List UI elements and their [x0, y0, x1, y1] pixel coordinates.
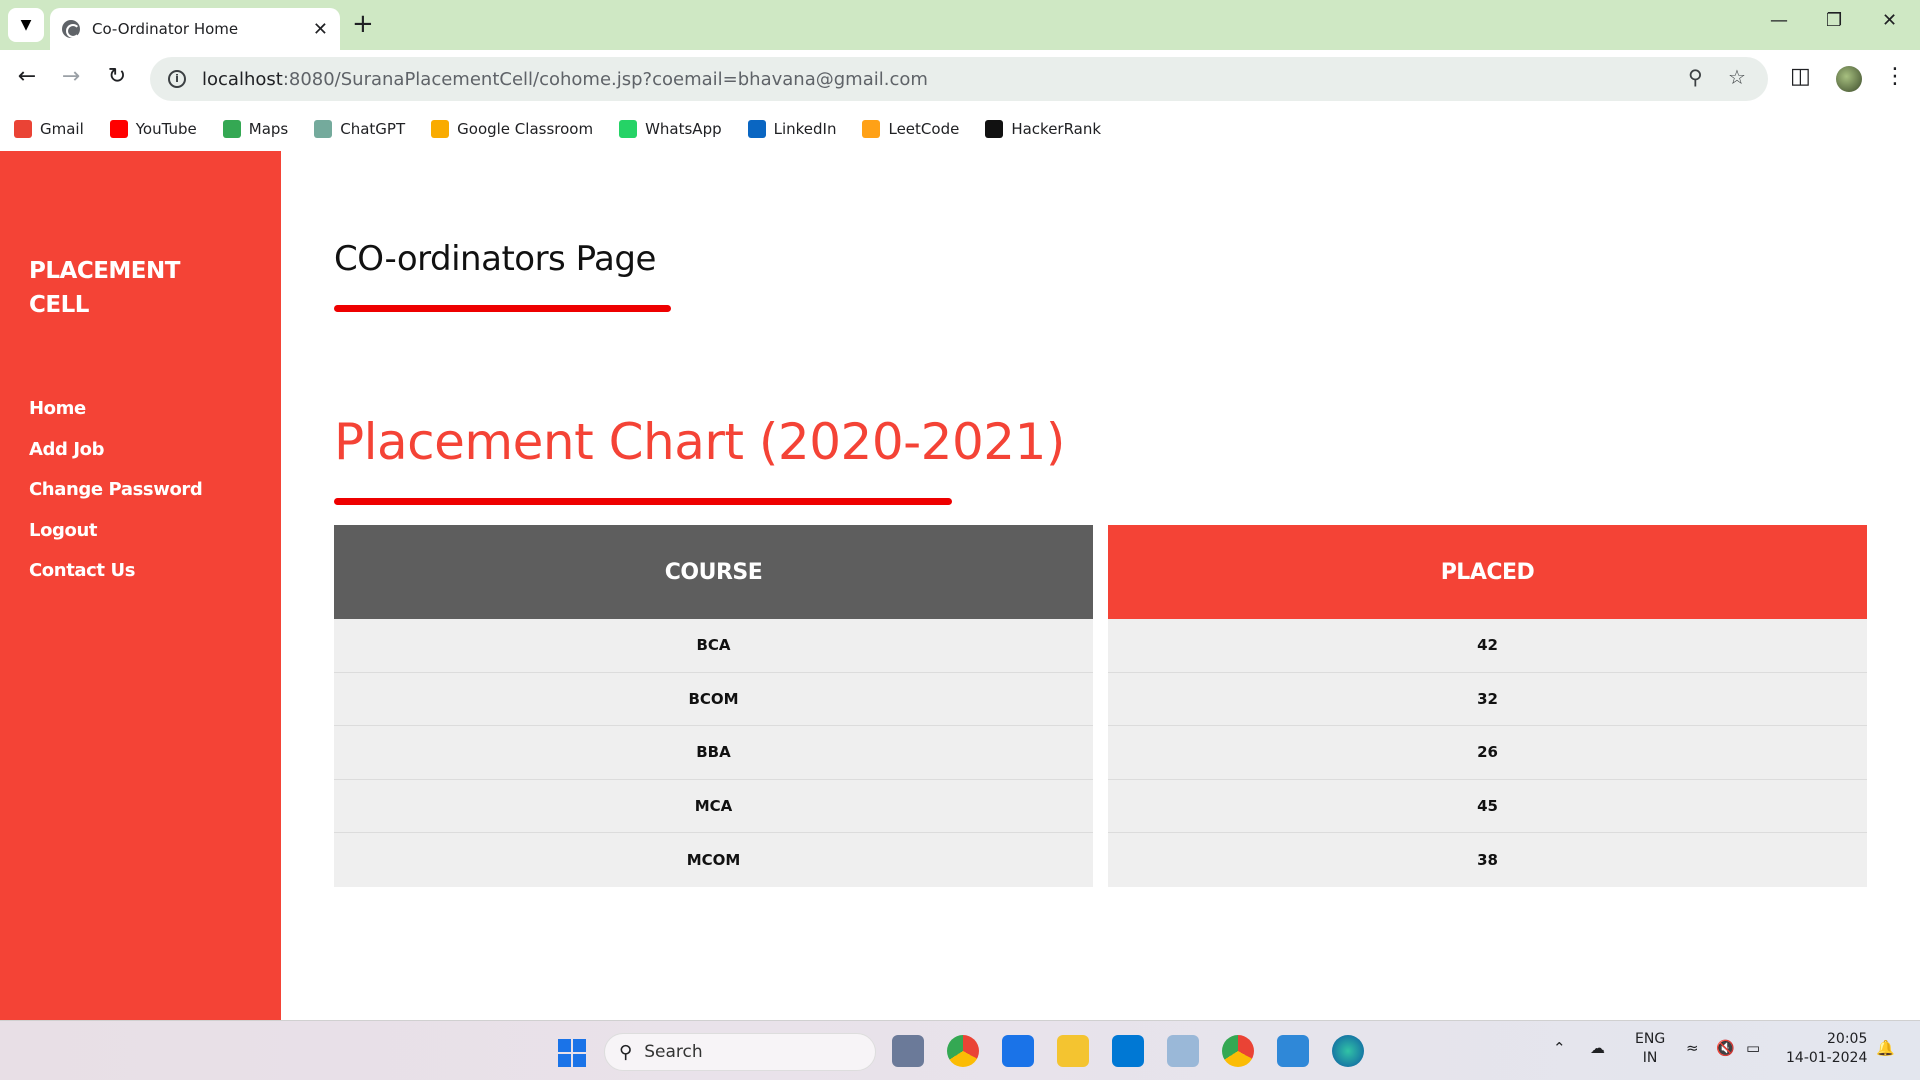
windows-start-icon[interactable] [558, 1039, 586, 1067]
taskbar-search[interactable]: ⚲ Search [604, 1033, 876, 1071]
bookmark-youtube[interactable]: YouTube [109, 120, 197, 138]
sidebar-item-logout[interactable]: Logout [29, 520, 202, 561]
window-close-icon[interactable]: ✕ [1882, 10, 1897, 31]
language-indicator[interactable]: ENG IN [1635, 1030, 1665, 1068]
brand-logo[interactable]: PLACEMENT CELL [29, 254, 229, 322]
placed-column: PLACED 42 32 26 45 38 [1108, 525, 1867, 887]
bookmark-google-classroom[interactable]: Google Classroom [431, 120, 593, 138]
side-panel-icon[interactable]: ◫ [1790, 64, 1811, 89]
forward-arrow-icon[interactable]: → [56, 64, 86, 89]
table-header-course: COURSE [334, 525, 1093, 619]
main-content: CO-ordinators Page Placement Chart (2020… [281, 151, 1920, 1020]
globe-icon [62, 20, 80, 38]
reload-icon[interactable]: ↻ [102, 64, 132, 89]
table-cell-course: MCOM [334, 833, 1093, 887]
table-cell-placed: 42 [1108, 619, 1867, 673]
table-cell-placed: 26 [1108, 726, 1867, 780]
sidebar-item-home[interactable]: Home [29, 398, 202, 439]
chrome-profile-app-icon[interactable] [1222, 1035, 1254, 1067]
tab-title: Co-Ordinator Home [92, 20, 239, 38]
bookmark-star-icon[interactable]: ☆ [1728, 65, 1746, 89]
tray-chevron-up-icon[interactable]: ⌃ [1553, 1039, 1566, 1057]
table-cell-placed: 38 [1108, 833, 1867, 887]
bookmark-chatgpt[interactable]: ChatGPT [314, 120, 405, 138]
url-text: localhost:8080/SuranaPlacementCell/cohom… [202, 68, 928, 90]
gmail-icon [14, 120, 32, 138]
browser-tab[interactable]: Co-Ordinator Home ✕ [50, 8, 340, 50]
leetcode-icon [862, 120, 881, 138]
chevron-down-icon: ▼ [20, 17, 32, 33]
classroom-icon [431, 120, 450, 138]
table-cell-course: BBA [334, 726, 1093, 780]
bookmark-linkedin[interactable]: LinkedIn [747, 120, 836, 138]
placement-table: COURSE BCA BCOM BBA MCA MCOM PLACED 42 3… [334, 525, 1867, 887]
edge-app-icon[interactable] [1332, 1035, 1364, 1067]
bookmarks-bar: Gmail YouTube Maps ChatGPT Google Classr… [0, 108, 1920, 150]
search-icon: ⚲ [619, 1041, 633, 1063]
new-tab-button[interactable]: + [352, 10, 374, 38]
whatsapp-icon [619, 120, 638, 138]
sidebar: PLACEMENT CELL Home Add Job Change Passw… [0, 151, 281, 1020]
battery-icon[interactable]: ▭ [1746, 1039, 1760, 1057]
bookmark-hackerrank[interactable]: HackerRank [985, 120, 1101, 138]
sidebar-item-change-password[interactable]: Change Password [29, 479, 203, 520]
table-cell-course: BCA [334, 619, 1093, 673]
maps-icon [222, 120, 241, 138]
sidebar-menu: Home Add Job Change Password Logout Cont… [29, 398, 203, 601]
hackerrank-icon [985, 120, 1004, 138]
sidebar-item-add-job[interactable]: Add Job [29, 439, 202, 480]
table-cell-course: BCOM [334, 672, 1093, 727]
course-column: COURSE BCA BCOM BBA MCA MCOM [334, 525, 1093, 887]
linkedin-icon [747, 120, 766, 138]
browser-toolbar: ← → ↻ i localhost:8080/SuranaPlacementCe… [0, 50, 1920, 108]
wifi-icon[interactable]: ≈ [1686, 1039, 1699, 1057]
chrome-app-icon[interactable] [947, 1035, 979, 1067]
chatgpt-icon [314, 120, 333, 138]
back-arrow-icon[interactable]: ← [12, 64, 42, 89]
youtube-icon [109, 120, 128, 138]
minimize-icon[interactable]: — [1770, 10, 1788, 31]
virtualbox-app-icon[interactable] [1167, 1035, 1199, 1067]
table-header-placed: PLACED [1108, 525, 1867, 619]
bookmark-gmail[interactable]: Gmail [14, 120, 84, 138]
table-cell-placed: 32 [1108, 672, 1867, 727]
chart-title-underline [334, 498, 952, 505]
tab-search-button[interactable]: ▼ [8, 8, 44, 42]
mysql-app-icon[interactable] [1277, 1035, 1309, 1067]
notification-bell-icon[interactable]: 🔔 [1876, 1039, 1895, 1057]
site-info-icon[interactable]: i [168, 70, 186, 88]
title-underline [334, 305, 671, 312]
bookmark-leetcode[interactable]: LeetCode [862, 120, 959, 138]
taskbar: ⚲ Search ⌃ ☁ ENG IN ≈ 🔇 ▭ 20:05 14-01-20… [0, 1020, 1920, 1080]
sidebar-item-contact-us[interactable]: Contact Us [29, 560, 202, 601]
vscode-app-icon[interactable] [1112, 1035, 1144, 1067]
page-title: CO-ordinators Page [334, 239, 656, 279]
menu-dots-icon[interactable]: ⋮ [1884, 64, 1906, 89]
settings-app-icon[interactable] [892, 1035, 924, 1067]
profile-avatar[interactable] [1836, 66, 1862, 92]
file-explorer-icon[interactable] [1057, 1035, 1089, 1067]
restore-icon[interactable]: ❐ [1826, 10, 1842, 31]
bookmark-whatsapp[interactable]: WhatsApp [619, 120, 722, 138]
zoom-icon[interactable]: ⚲ [1688, 65, 1703, 89]
volume-mute-icon[interactable]: 🔇 [1716, 1039, 1735, 1057]
clock[interactable]: 20:05 14-01-2024 [1786, 1030, 1867, 1068]
onedrive-icon[interactable]: ☁ [1590, 1039, 1605, 1057]
table-cell-placed: 45 [1108, 779, 1867, 834]
table-cell-course: MCA [334, 779, 1093, 834]
address-bar[interactable]: i localhost:8080/SuranaPlacementCell/coh… [150, 57, 1768, 101]
prime-video-app-icon[interactable] [1002, 1035, 1034, 1067]
close-tab-icon[interactable]: ✕ [313, 19, 328, 40]
title-bar: ▼ Co-Ordinator Home ✕ + — ❐ ✕ [0, 0, 1920, 50]
chart-title: Placement Chart (2020-2021) [334, 413, 1065, 471]
bookmark-maps[interactable]: Maps [222, 120, 288, 138]
